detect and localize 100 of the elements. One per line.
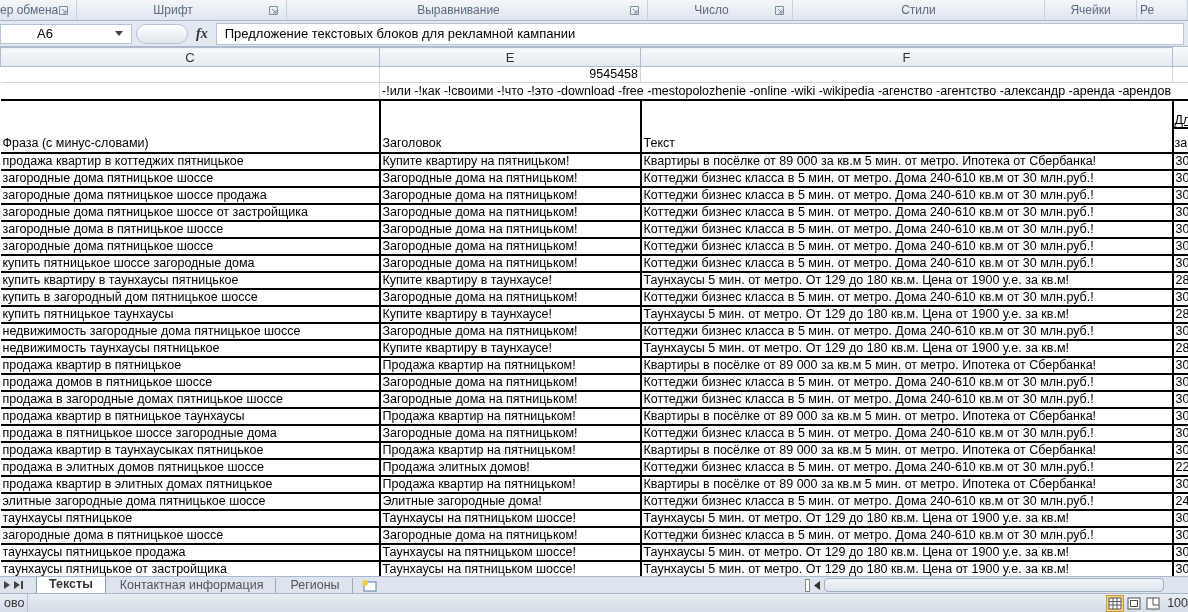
table-cell: Таунхаусы 5 мин. от метро. От 129 до 180 кв.м. Цена от 1900 у.е. за кв.м! (643, 340, 1069, 355)
table-cell: Загородные дома на пятницьком! (382, 289, 578, 304)
table-cell: Загородные дома на пятницьком! (382, 204, 578, 219)
table-cell: 30 (1175, 442, 1188, 457)
table-cell: Коттеджи бизнес класса в 5 мин. от метро. Дома 240-610 кв.м от 30 млн.руб.! (643, 221, 1094, 236)
table-cell: купить квартиру в таунхаусы пятницькое (2, 272, 239, 287)
table-cell: Таунхаусы 5 мин. от метро. От 129 до 180 кв.м. Цена от 1900 у.е. за кв.м! (643, 510, 1069, 525)
split-handle[interactable] (805, 578, 810, 592)
formula-field[interactable]: Предложение текстовых блоков для рекламной кампании (215, 22, 1184, 45)
table-cell: Купите квартиру на пятницьком! (382, 153, 570, 168)
column-title: Фраза (с минус-словами) (2, 136, 149, 150)
table-cell: Коттеджи бизнес класса в 5 мин. от метро. Дома 240-610 кв.м от 30 млн.руб.! (643, 289, 1094, 304)
formula-text: Предложение текстовых блоков для рекламной кампании (224, 24, 576, 43)
table-cell: Коттеджи бизнес класса в 5 мин. от метро. Дома 240-610 кв.м от 30 млн.руб.! (643, 323, 1094, 338)
resize-handle[interactable] (136, 23, 188, 44)
ribbon-group-label: Шрифт (152, 2, 194, 19)
table-cell: загородные дома пятницькое шоссе от застройщика (2, 204, 308, 219)
table-cell: Купите квартиру в таунхаусе! (382, 272, 552, 287)
new-sheet-icon[interactable] (360, 578, 377, 592)
table-cell: 30 (1175, 221, 1188, 236)
table-cell: 28 (1175, 340, 1188, 355)
table-cell: продажа в элитных домов пятницькое шоссе (2, 459, 264, 474)
table-cell: Коттеджи бизнес класса в 5 мин. от метро. Дома 240-610 кв.м от 30 млн.руб.! (643, 493, 1094, 508)
cell-text: -!или -!как -!своими -!что -!это -download -free -mestopolozhenie -online -wiki -wikipedia -агенство -агентство -александр -аренда -арендов (382, 83, 1172, 98)
table-cell: 30 (1175, 391, 1188, 406)
table-cell: 30 (1175, 289, 1188, 304)
dialog-launcher-icon[interactable] (630, 5, 639, 15)
table-cell: загородные дома в пятницькое шоссе (2, 527, 224, 542)
table-cell: 30 (1175, 204, 1188, 219)
table-cell: Загородные дома на пятницьком! (382, 238, 578, 253)
table-cell: таунхаусы пятницькое от застройщика (2, 561, 227, 576)
zoom-level[interactable]: 100 (1167, 593, 1188, 612)
scroll-right-icon[interactable] (4, 581, 10, 589)
table-cell: 30 (1175, 510, 1188, 525)
table-cell: Коттеджи бизнес класса в 5 мин. от метро. Дома 240-610 кв.м от 30 млн.руб.! (643, 527, 1094, 542)
table-cell: Квартиры в посёлке от 89 000 за кв.м 5 мин. от метро. Ипотека от Сбербанка! (643, 476, 1097, 491)
table-cell: 28 (1175, 306, 1188, 321)
cell-value: 9545458 (589, 67, 638, 82)
table-cell: таунхаусы пятницькое (2, 510, 133, 525)
table-cell: Продажа квартир на пятницьком! (382, 442, 576, 457)
table-cell: Коттеджи бизнес класса в 5 мин. от метро. Дома 240-610 кв.м от 30 млн.руб.! (643, 170, 1094, 185)
ribbon-group-label: Выравнивание (416, 2, 501, 19)
horizontal-scrollbar[interactable] (824, 578, 1164, 592)
table-cell: продажа в загородные домах пятницькое шоссе (2, 391, 283, 406)
table-cell: Квартиры в посёлке от 89 000 за кв.м 5 мин. от метро. Ипотека от Сбербанка! (643, 408, 1097, 423)
table-cell: Элитные загородные дома! (382, 493, 542, 508)
table-cell: Квартиры в посёлке от 89 000 за кв.м 5 мин. от метро. Ипотека от Сбербанка! (643, 357, 1097, 372)
table-cell: Коттеджи бизнес класса в 5 мин. от метро. Дома 240-610 кв.м от 30 млн.руб.! (643, 459, 1094, 474)
dialog-launcher-icon[interactable] (775, 5, 784, 15)
table-cell: Коттеджи бизнес класса в 5 мин. от метро. Дома 240-610 кв.м от 30 млн.руб.! (643, 187, 1094, 202)
table-cell: 30 (1175, 170, 1188, 185)
table-cell: Таунхаусы 5 мин. от метро. От 129 до 180 кв.м. Цена от 1900 у.е. за кв.м! (643, 561, 1069, 576)
page-break-icon[interactable] (1145, 595, 1162, 611)
column-title: Текст (643, 136, 675, 150)
ribbon-group-label: Число (693, 2, 730, 19)
table-cell: продажа квартир в элитных домах пятницькое (2, 476, 273, 491)
ribbon-group-label: ер обмена (0, 2, 59, 19)
ribbon-group-label: Ячейки (1069, 2, 1112, 19)
column-header[interactable]: F (640, 47, 1173, 67)
scroll-last-icon[interactable] (14, 581, 23, 589)
table-cell: элитные загородные дома пятницькое шоссе (2, 493, 266, 508)
table-cell: продажа домов в пятницькое шоссе (2, 374, 213, 389)
table-cell: 30 (1175, 255, 1188, 270)
table-cell: 30 (1175, 357, 1188, 372)
table-cell: Квартиры в посёлке от 89 000 за кв.м 5 мин. от метро. Ипотека от Сбербанка! (643, 153, 1097, 168)
table-cell: загородные дома пятницькое шоссе (2, 238, 214, 253)
page-layout-icon[interactable] (1126, 595, 1143, 611)
table-cell: 28 (1175, 272, 1188, 287)
table-cell: 30 (1175, 238, 1188, 253)
table-cell: загородные дома в пятницькое шоссе (2, 221, 224, 236)
table-cell: Таунхаусы 5 мин. от метро. От 129 до 180 кв.м. Цена от 1900 у.е. за кв.м! (643, 272, 1069, 287)
column-title: Заголовок (382, 136, 442, 150)
ribbon-group-label: Стили (900, 2, 937, 19)
table-cell: Загородные дома на пятницьком! (382, 374, 578, 389)
table-cell: Квартиры в посёлке от 89 000 за кв.м 5 мин. от метро. Ипотека от Сбербанка! (643, 442, 1097, 457)
table-cell: 30 (1175, 187, 1188, 202)
sheet-tab[interactable]: Тексты (36, 576, 106, 594)
table-cell: продажа квартир в таунхаусыках пятницькое (2, 442, 264, 457)
table-cell: продажа в пятницькое шоссе загородные дома (2, 425, 277, 440)
table-cell: продажа квартир в пятницькое (2, 357, 182, 372)
scroll-left-icon[interactable] (814, 580, 820, 590)
dialog-launcher-icon[interactable] (59, 5, 68, 15)
table-cell: Загородные дома на пятницьком! (382, 255, 578, 270)
table-cell: купить пятницькое таунхаусы (2, 306, 174, 321)
table-cell: Коттеджи бизнес класса в 5 мин. от метро. Дома 240-610 кв.м от 30 млн.руб.! (643, 238, 1094, 253)
normal-view-icon[interactable] (1107, 595, 1124, 611)
table-cell: Таунхаусы 5 мин. от метро. От 129 до 180 кв.м. Цена от 1900 у.е. за кв.м! (643, 544, 1069, 559)
table-cell: Таунхаусы на пятницьком шоссе! (382, 544, 576, 559)
table-cell: 30 (1175, 561, 1188, 576)
name-box[interactable]: A6 (0, 23, 132, 44)
column-header[interactable]: E (379, 47, 641, 67)
dialog-launcher-icon[interactable] (269, 5, 278, 15)
column-title: за (1173, 137, 1188, 150)
table-cell: Загородные дома на пятницьком! (382, 187, 578, 202)
table-cell: Продажа элитных домов! (382, 459, 530, 474)
column-header[interactable]: C (0, 47, 380, 67)
insert-function-button[interactable]: fx (192, 23, 212, 44)
table-cell: Купите квартиру в таунхаусе! (382, 306, 552, 321)
table-cell: Таунхаусы на пятницьком шоссе! (382, 510, 576, 525)
table-cell: купить пятницькое шоссе загородные дома (2, 255, 255, 270)
